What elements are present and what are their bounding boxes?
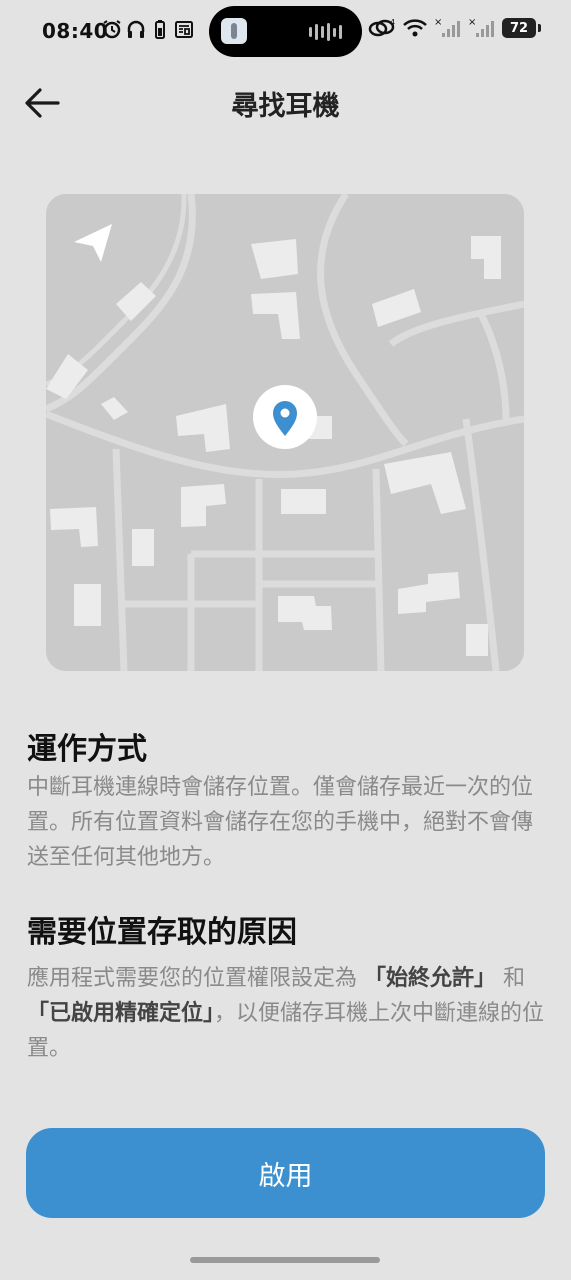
status-icons-left — [102, 19, 194, 39]
section-body-how-it-works: 中斷耳機連線時會儲存位置。僅會儲存最近一次的位置。所有位置資料會儲存在您的手機中… — [27, 775, 534, 870]
section-body-why-location: 應用程式需要您的位置權限設定為 「始終允許」 和 「已啟用精確定位」，以便儲存耳… — [27, 961, 547, 1066]
bold-text-always-allow: 「始終允許」 — [364, 966, 497, 991]
map-graphic — [46, 194, 524, 671]
alarm-icon — [103, 20, 121, 39]
battery-saver-icon — [155, 20, 165, 39]
status-time: 08:40 — [42, 19, 109, 43]
signal-icon: × — [468, 17, 494, 37]
audio-wave-icon — [309, 23, 345, 41]
svg-text:4: 4 — [390, 18, 395, 27]
wifi-icon — [403, 19, 427, 37]
news-icon — [175, 21, 193, 38]
headphones-icon — [127, 20, 145, 38]
link-icon: 4 — [368, 18, 395, 37]
svg-text:×: × — [468, 17, 476, 28]
media-thumbnail — [221, 18, 247, 44]
status-bar: 08:40 4 × × 72 — [0, 0, 571, 62]
map-illustration — [46, 194, 524, 671]
section-heading-how-it-works: 運作方式 — [27, 732, 147, 767]
status-icons-right: 4 × × 72 — [368, 17, 541, 39]
bold-text-precise-location: 「已啟用精確定位」 — [27, 1001, 215, 1026]
body-text: 和 — [503, 966, 526, 991]
home-indicator[interactable] — [190, 1257, 380, 1263]
battery-indicator: 72 — [502, 18, 541, 38]
battery-level: 72 — [509, 20, 529, 36]
signal-icon: × — [434, 17, 460, 37]
location-pin-icon — [253, 385, 317, 449]
body-text: 應用程式需要您的位置權限設定為 — [27, 966, 358, 991]
page-title: 尋找耳機 — [231, 91, 340, 122]
section-heading-why-location: 需要位置存取的原因 — [27, 915, 297, 950]
enable-button[interactable]: 啟用 — [26, 1128, 545, 1218]
dynamic-island[interactable] — [209, 6, 362, 57]
svg-text:×: × — [434, 17, 442, 28]
